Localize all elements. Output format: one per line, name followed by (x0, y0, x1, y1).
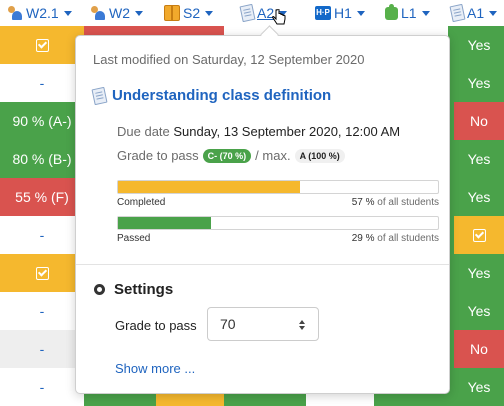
column-w2[interactable]: W2 (90, 0, 143, 26)
settings-grade-to-pass-label: Grade to pass (115, 318, 197, 333)
completed-caption: Completed 57 % of all students (117, 197, 439, 208)
checkbox-icon (472, 228, 486, 242)
grade-cell[interactable]: - (0, 292, 84, 330)
group-icon (90, 5, 106, 21)
group-icon (7, 5, 23, 21)
puzzle-icon (385, 3, 398, 20)
grade-cell[interactable]: Yes (454, 140, 504, 178)
completed-label: Completed (117, 197, 166, 208)
assignment-icon (449, 3, 466, 23)
grade-to-pass-value: 70 (220, 316, 236, 332)
grade-to-pass-row: Grade to pass C- (70 %) / max. A (100 %) (117, 148, 345, 163)
checkbox-icon (35, 38, 49, 52)
grade-cell[interactable] (454, 216, 504, 254)
gear-icon (93, 283, 106, 296)
column-a1[interactable]: A1 (449, 0, 498, 26)
completed-suffix: of all students (377, 197, 439, 208)
due-date-row: Due date Sunday, 13 September 2020, 12:0… (117, 124, 400, 139)
grade-cell[interactable]: Yes (454, 26, 504, 64)
column-l1[interactable]: L1 (385, 0, 430, 26)
column-label: W2.1 (26, 5, 59, 21)
passed-caption: Passed 29 % of all students (117, 233, 439, 244)
chevron-down-icon (421, 10, 430, 16)
divider (76, 264, 449, 265)
grade-cell[interactable]: Yes (454, 292, 504, 330)
completed-stat: 57 % of all students (352, 197, 439, 208)
grade-cell[interactable]: - (0, 216, 84, 254)
column-h1[interactable]: H·P H1 (315, 0, 365, 26)
grade-cell[interactable]: No (454, 102, 504, 140)
grade-cell[interactable]: - (0, 64, 84, 102)
grade-cell[interactable]: No (454, 330, 504, 368)
due-date-label: Due date (117, 124, 170, 139)
max-grade-badge: A (100 %) (294, 148, 345, 163)
completed-progress-fill (118, 181, 301, 193)
grade-cell[interactable] (0, 26, 84, 64)
passed-stat: 29 % of all students (352, 233, 439, 244)
activity-info-popover: Last modified on Saturday, 12 September … (75, 35, 450, 394)
grade-cell[interactable] (0, 254, 84, 292)
h5p-icon: H·P (315, 6, 331, 20)
chevron-down-icon (205, 10, 214, 16)
column-s2[interactable]: S2 (164, 0, 214, 26)
assignment-icon (91, 86, 108, 105)
max-label: / max. (255, 148, 291, 163)
grade-cell[interactable]: Yes (454, 368, 504, 406)
completed-progress-bar (117, 180, 439, 194)
grade-cell[interactable] (156, 392, 224, 406)
grade-cell[interactable] (84, 392, 156, 406)
grade-cell[interactable]: - (0, 368, 84, 406)
grade-to-pass-badge: C- (70 %) (202, 148, 252, 163)
settings-title: Settings (114, 281, 174, 298)
last-modified-text: Last modified on Saturday, 12 September … (93, 52, 365, 67)
grade-to-pass-label: Grade to pass (117, 148, 199, 163)
chevron-down-icon (135, 10, 143, 16)
grade-cell[interactable]: Yes (454, 64, 504, 102)
column-label: W2 (109, 5, 130, 21)
column-label: L1 (401, 5, 417, 21)
hand-cursor-icon (272, 9, 286, 25)
grade-to-pass-select[interactable]: 70 (207, 307, 319, 341)
grade-cell[interactable]: Yes (454, 178, 504, 216)
column-w2-1[interactable]: W2.1 (7, 0, 72, 26)
grade-cell[interactable]: Yes (454, 254, 504, 292)
select-arrows-icon (299, 320, 306, 330)
assignment-icon (239, 3, 256, 23)
grade-cell[interactable]: 80 % (B-) (0, 140, 84, 178)
chevron-down-icon (356, 10, 365, 16)
completed-percent: 57 % (351, 197, 375, 208)
checkbox-icon (35, 266, 49, 280)
settings-heading: Settings (93, 281, 173, 298)
chevron-down-icon (489, 10, 498, 16)
grade-cell[interactable]: - (0, 330, 84, 368)
passed-percent: 29 % (351, 233, 375, 244)
chevron-down-icon (63, 10, 72, 16)
grade-column-header-row: W2.1 W2 S2 A2 H·P H1 L1 A1 (0, 0, 504, 26)
passed-suffix: of all students (377, 233, 439, 244)
passed-progress-fill (118, 217, 211, 229)
show-more-link[interactable]: Show more ... (115, 361, 195, 376)
box-icon (164, 5, 180, 21)
column-label: S2 (183, 5, 201, 21)
column-label: H1 (334, 5, 352, 21)
passed-progress-bar (117, 216, 439, 230)
column-label: A1 (467, 5, 485, 21)
grade-cell[interactable]: 55 % (F) (0, 178, 84, 216)
grade-cell[interactable] (374, 392, 454, 406)
due-date-value: Sunday, 13 September 2020, 12:00 AM (173, 124, 401, 139)
grade-cell[interactable] (224, 392, 306, 406)
grade-cell[interactable]: 90 % (A-) (0, 102, 84, 140)
passed-label: Passed (117, 233, 151, 244)
activity-title-link[interactable]: Understanding class definition (112, 87, 331, 104)
activity-title-row: Understanding class definition (91, 86, 331, 105)
